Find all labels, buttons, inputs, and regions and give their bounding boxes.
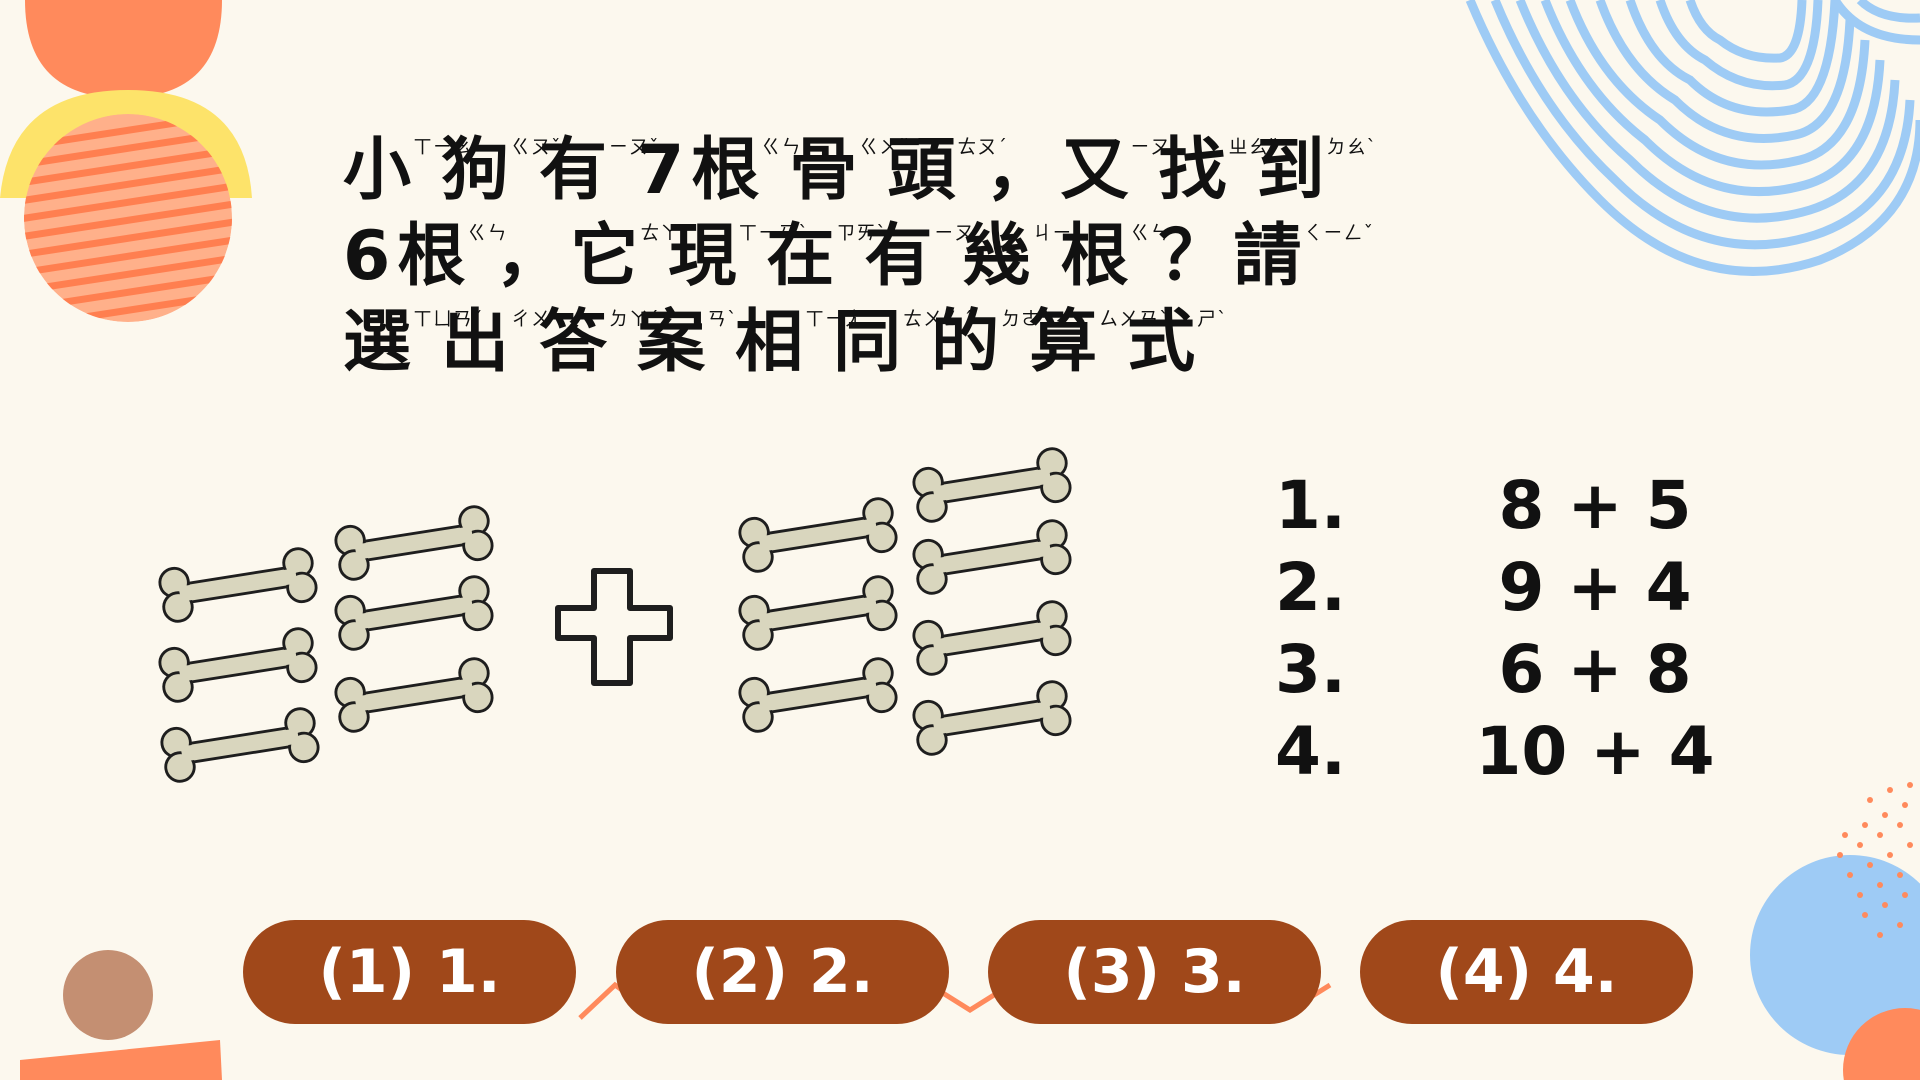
choice-row: 4. 10 + 4	[1275, 711, 1765, 793]
right-bone-icon	[910, 445, 1074, 525]
choice-number: 2.	[1275, 549, 1346, 626]
right-bone-icon	[736, 655, 900, 735]
choice-row: 1. 8 + 5	[1275, 465, 1765, 547]
left-bone-icon	[158, 705, 322, 785]
choice-row: 2. 9 + 4	[1275, 547, 1765, 629]
left-bone-icon	[332, 503, 496, 583]
left-bone-icon	[156, 625, 320, 705]
right-bone-icon	[910, 678, 1074, 758]
choice-expression: 8 + 5	[1498, 467, 1692, 544]
answer-button-2[interactable]: (2) 2.	[616, 920, 949, 1024]
answer-button-1[interactable]: (1) 1.	[243, 920, 576, 1024]
choice-expression: 9 + 4	[1498, 549, 1692, 626]
choice-number: 3.	[1275, 631, 1346, 708]
choice-number: 1.	[1275, 467, 1346, 544]
answer-button-4[interactable]: (4) 4.	[1360, 920, 1693, 1024]
choice-expression: 6 + 8	[1498, 631, 1692, 708]
choice-list: 1. 8 + 5 2. 9 + 4 3. 6 + 8 4. 10 + 4	[1275, 465, 1765, 793]
choice-expression: 10 + 4	[1475, 713, 1715, 790]
left-bone-icon	[156, 545, 320, 625]
plus-icon	[555, 568, 673, 686]
choice-row: 3. 6 + 8	[1275, 629, 1765, 711]
choice-number: 4.	[1275, 713, 1346, 790]
right-bone-icon	[736, 573, 900, 653]
left-bone-icon	[332, 573, 496, 653]
answer-button-3[interactable]: (3) 3.	[988, 920, 1321, 1024]
right-bone-icon	[910, 598, 1074, 678]
right-bone-icon	[736, 495, 900, 575]
left-bone-icon	[332, 655, 496, 735]
right-bone-icon	[910, 517, 1074, 597]
